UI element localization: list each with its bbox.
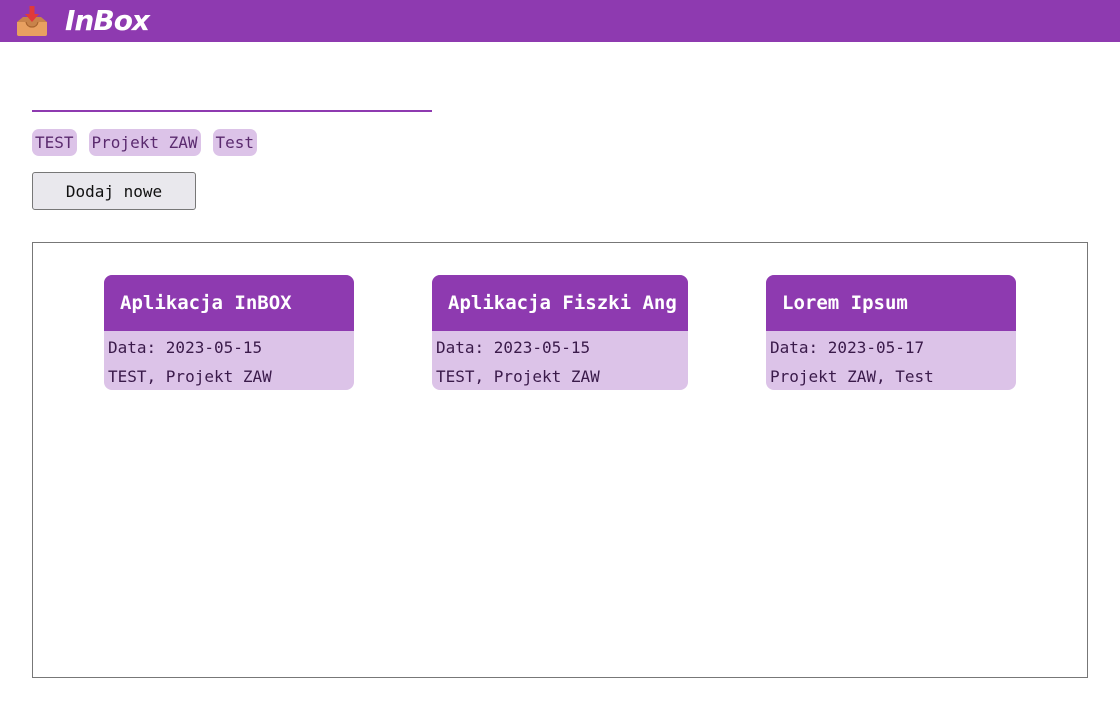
- note-card[interactable]: Aplikacja InBOX Data: 2023-05-15 TEST, P…: [104, 275, 354, 390]
- note-card-tags: TEST, Projekt ZAW: [108, 367, 272, 386]
- note-card-date: Data: 2023-05-15: [436, 338, 591, 357]
- add-new-button[interactable]: Dodaj nowe: [32, 172, 196, 210]
- tag-filter-test-upper[interactable]: TEST: [32, 129, 77, 156]
- note-card-title: Aplikacja InBOX: [104, 275, 354, 331]
- note-card-tags: TEST, Projekt ZAW: [436, 367, 600, 386]
- note-card[interactable]: Lorem Ipsum Data: 2023-05-17 Projekt ZAW…: [766, 275, 1016, 390]
- inbox-tray-icon[interactable]: [14, 5, 50, 37]
- tag-filter-list: TEST Projekt ZAW Test: [32, 129, 258, 156]
- search-input[interactable]: [32, 82, 432, 112]
- note-card-title: Aplikacja Fiszki Ang: [432, 275, 688, 331]
- note-card[interactable]: Aplikacja Fiszki Ang Data: 2023-05-15 TE…: [432, 275, 688, 390]
- note-card-body: Data: 2023-05-15 TEST, Projekt ZAW: [104, 331, 354, 390]
- tag-filter-test[interactable]: Test: [212, 129, 258, 156]
- note-card-body: Data: 2023-05-15 TEST, Projekt ZAW: [432, 331, 688, 390]
- note-card-body: Data: 2023-05-17 Projekt ZAW, Test: [766, 331, 1016, 390]
- note-card-tags: Projekt ZAW, Test: [770, 367, 934, 386]
- note-card-date: Data: 2023-05-15: [108, 338, 263, 357]
- notes-board: Aplikacja InBOX Data: 2023-05-15 TEST, P…: [32, 242, 1088, 678]
- tag-filter-projekt-zaw[interactable]: Projekt ZAW: [88, 129, 201, 156]
- note-card-date: Data: 2023-05-17: [770, 338, 925, 357]
- app-title: InBox: [65, 4, 150, 37]
- note-card-title: Lorem Ipsum: [766, 275, 1016, 331]
- app-header: InBox: [0, 0, 1120, 42]
